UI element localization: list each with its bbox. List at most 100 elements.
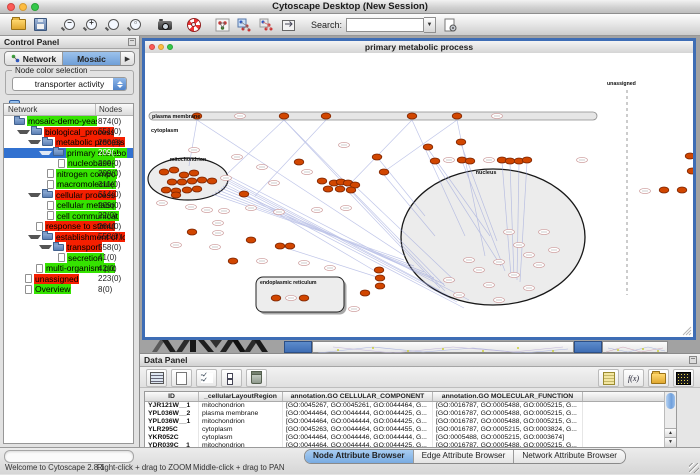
node-label-pill[interactable] (171, 242, 182, 247)
node-label-pill[interactable] (514, 242, 525, 247)
network-node[interactable] (456, 139, 466, 145)
matrix-view-button[interactable] (673, 369, 694, 387)
tree-row-response-to-stimulu[interactable]: response to stimulu264(0) (4, 221, 133, 232)
tab-network[interactable]: Network (5, 52, 63, 65)
tree-row-unassigned[interactable]: unassigned223(0) (4, 274, 133, 285)
node-label-pill[interactable] (494, 259, 505, 264)
tree-header[interactable]: Network Nodes (4, 104, 133, 116)
node-label-pill[interactable] (640, 188, 651, 193)
network-node[interactable] (375, 275, 385, 281)
network-node[interactable] (275, 243, 285, 249)
node-label-pill[interactable] (509, 272, 520, 277)
float-panel-icon[interactable] (128, 38, 136, 46)
table-cell[interactable]: YLR295C (145, 426, 199, 434)
attribute-list-button[interactable] (598, 369, 619, 387)
network-node[interactable] (335, 186, 345, 192)
tree-row-nucleobase[interactable]: nucleobase-209(0) (4, 158, 133, 169)
network-node[interactable] (279, 113, 289, 119)
frame-minimize-button[interactable] (158, 44, 164, 50)
new-attribute-button[interactable] (171, 369, 192, 387)
network-node[interactable] (192, 186, 202, 192)
node-label-pill[interactable] (504, 229, 515, 234)
table-cell[interactable] (583, 402, 653, 410)
table-row-yjr121w-1[interactable]: YJR121W__1mitochondrion[GO:0045267, GO:0… (145, 402, 676, 410)
table-cell[interactable]: [GO:0044464, GO:0044446, GO:0044444, G..… (283, 434, 433, 442)
table-cell[interactable]: cytoplasm (199, 426, 283, 434)
node-label-pill[interactable] (219, 208, 230, 213)
network-node[interactable] (197, 177, 207, 183)
network-node[interactable] (522, 157, 532, 163)
network-node[interactable] (372, 154, 382, 160)
zoom-in-button[interactable]: + (83, 17, 100, 33)
tab-mosaic[interactable]: Mosaic (63, 52, 121, 65)
table-cell[interactable]: YKR052C (145, 434, 199, 442)
expand-arrow-icon[interactable] (28, 140, 41, 144)
node-label-pill[interactable] (349, 306, 360, 311)
node-label-pill[interactable] (534, 262, 545, 267)
column-header-cellularlayoutregion[interactable]: _cellularLayoutRegion (199, 392, 283, 401)
network-node[interactable] (407, 113, 417, 119)
node-label-pill[interactable] (202, 207, 213, 212)
network-canvas[interactable]: plasma membranecytoplasmmitochondrionnuc… (145, 53, 693, 337)
zoom-selected-button[interactable]: ▫ (127, 17, 144, 33)
node-label-pill[interactable] (484, 282, 495, 287)
table-cell[interactable] (583, 434, 653, 442)
table-cell[interactable]: [GO:0044464, GO:0044444, GO:0044425, G..… (283, 418, 433, 426)
network-node[interactable] (179, 172, 189, 178)
tree-row-biological-process[interactable]: biological_process651(0) (4, 127, 133, 138)
import-attributes-button[interactable] (648, 369, 669, 387)
delete-attribute-button[interactable] (246, 369, 267, 387)
node-label-pill[interactable] (341, 205, 352, 210)
tree-row-cellular-metabo[interactable]: cellular metabo209(0) (4, 200, 133, 211)
scrollbar-thumb[interactable] (666, 393, 675, 409)
frame-close-button[interactable] (149, 44, 155, 50)
network-view-button-3[interactable] (258, 17, 275, 33)
table-cell[interactable]: mitochondrion (199, 402, 283, 410)
help-button[interactable] (185, 17, 202, 33)
column-header-annotation-go-cellular-component[interactable]: annotation.GO CELLULAR_COMPONENT (283, 392, 433, 401)
network-node[interactable] (187, 178, 197, 184)
network-node[interactable] (505, 158, 515, 164)
tree-row-transport[interactable]: transport558(0) (4, 242, 133, 253)
network-view-window[interactable]: primary metabolic process plasma membran… (142, 38, 696, 340)
network-node[interactable] (239, 191, 249, 197)
network-node[interactable] (687, 168, 693, 174)
node-label-pill[interactable] (524, 285, 535, 290)
network-node[interactable] (423, 144, 433, 150)
table-cell[interactable]: [GO:0005488, GO:0005215, GO:0003674] (433, 434, 583, 442)
node-label-pill[interactable] (213, 220, 224, 225)
node-label-pill[interactable] (246, 205, 257, 210)
network-node[interactable] (374, 267, 384, 273)
network-node[interactable] (465, 158, 475, 164)
table-row-ylr295c[interactable]: YLR295Ccytoplasm[GO:0045263, GO:0044464,… (145, 426, 676, 434)
open-file-button[interactable] (10, 17, 27, 33)
node-label-pill[interactable] (269, 180, 280, 185)
save-button[interactable] (32, 17, 49, 33)
network-node[interactable] (159, 169, 169, 175)
column-header-annotation-go-molecular-function[interactable]: annotation.GO MOLECULAR_FUNCTION (433, 392, 583, 401)
network-node[interactable] (187, 229, 197, 235)
background-window-strip-2[interactable] (602, 341, 668, 353)
tree-row-cell-communicat[interactable]: cell communicat22(0) (4, 211, 133, 222)
expand-arrow-icon[interactable] (17, 130, 30, 134)
network-node[interactable] (167, 179, 177, 185)
tree-row-overview[interactable]: Overview8(0) (4, 284, 133, 295)
table-cell[interactable]: [GO:0016787, GO:0005488, GO:0005215, G..… (433, 410, 583, 418)
network-node[interactable] (379, 169, 389, 175)
tree-row-secretion[interactable]: secretion41(0) (4, 253, 133, 264)
table-cell[interactable]: [GO:0016787, GO:0005215, GO:0003824, G..… (433, 426, 583, 434)
table-row-ypl036w-2[interactable]: YPL036W__2plasma membrane[GO:0044464, GO… (145, 410, 676, 418)
table-cell[interactable]: [GO:0016787, GO:0005488, GO:0005215, G..… (433, 418, 583, 426)
network-node[interactable] (182, 187, 192, 193)
node-label-pill[interactable] (484, 157, 495, 162)
tree-row-multi-organism-pro[interactable]: multi-organism pro42(0) (4, 263, 133, 274)
network-node[interactable] (685, 153, 693, 159)
network-node[interactable] (659, 187, 669, 193)
node-label-pill[interactable] (299, 260, 310, 265)
table-cell[interactable]: YPL036W__1 (145, 418, 199, 426)
node-label-pill[interactable] (492, 113, 503, 118)
network-node[interactable] (294, 159, 304, 165)
node-label-pill[interactable] (213, 230, 224, 235)
background-window-titlebar-2[interactable] (574, 341, 602, 353)
unselect-attributes-button[interactable] (221, 369, 242, 387)
